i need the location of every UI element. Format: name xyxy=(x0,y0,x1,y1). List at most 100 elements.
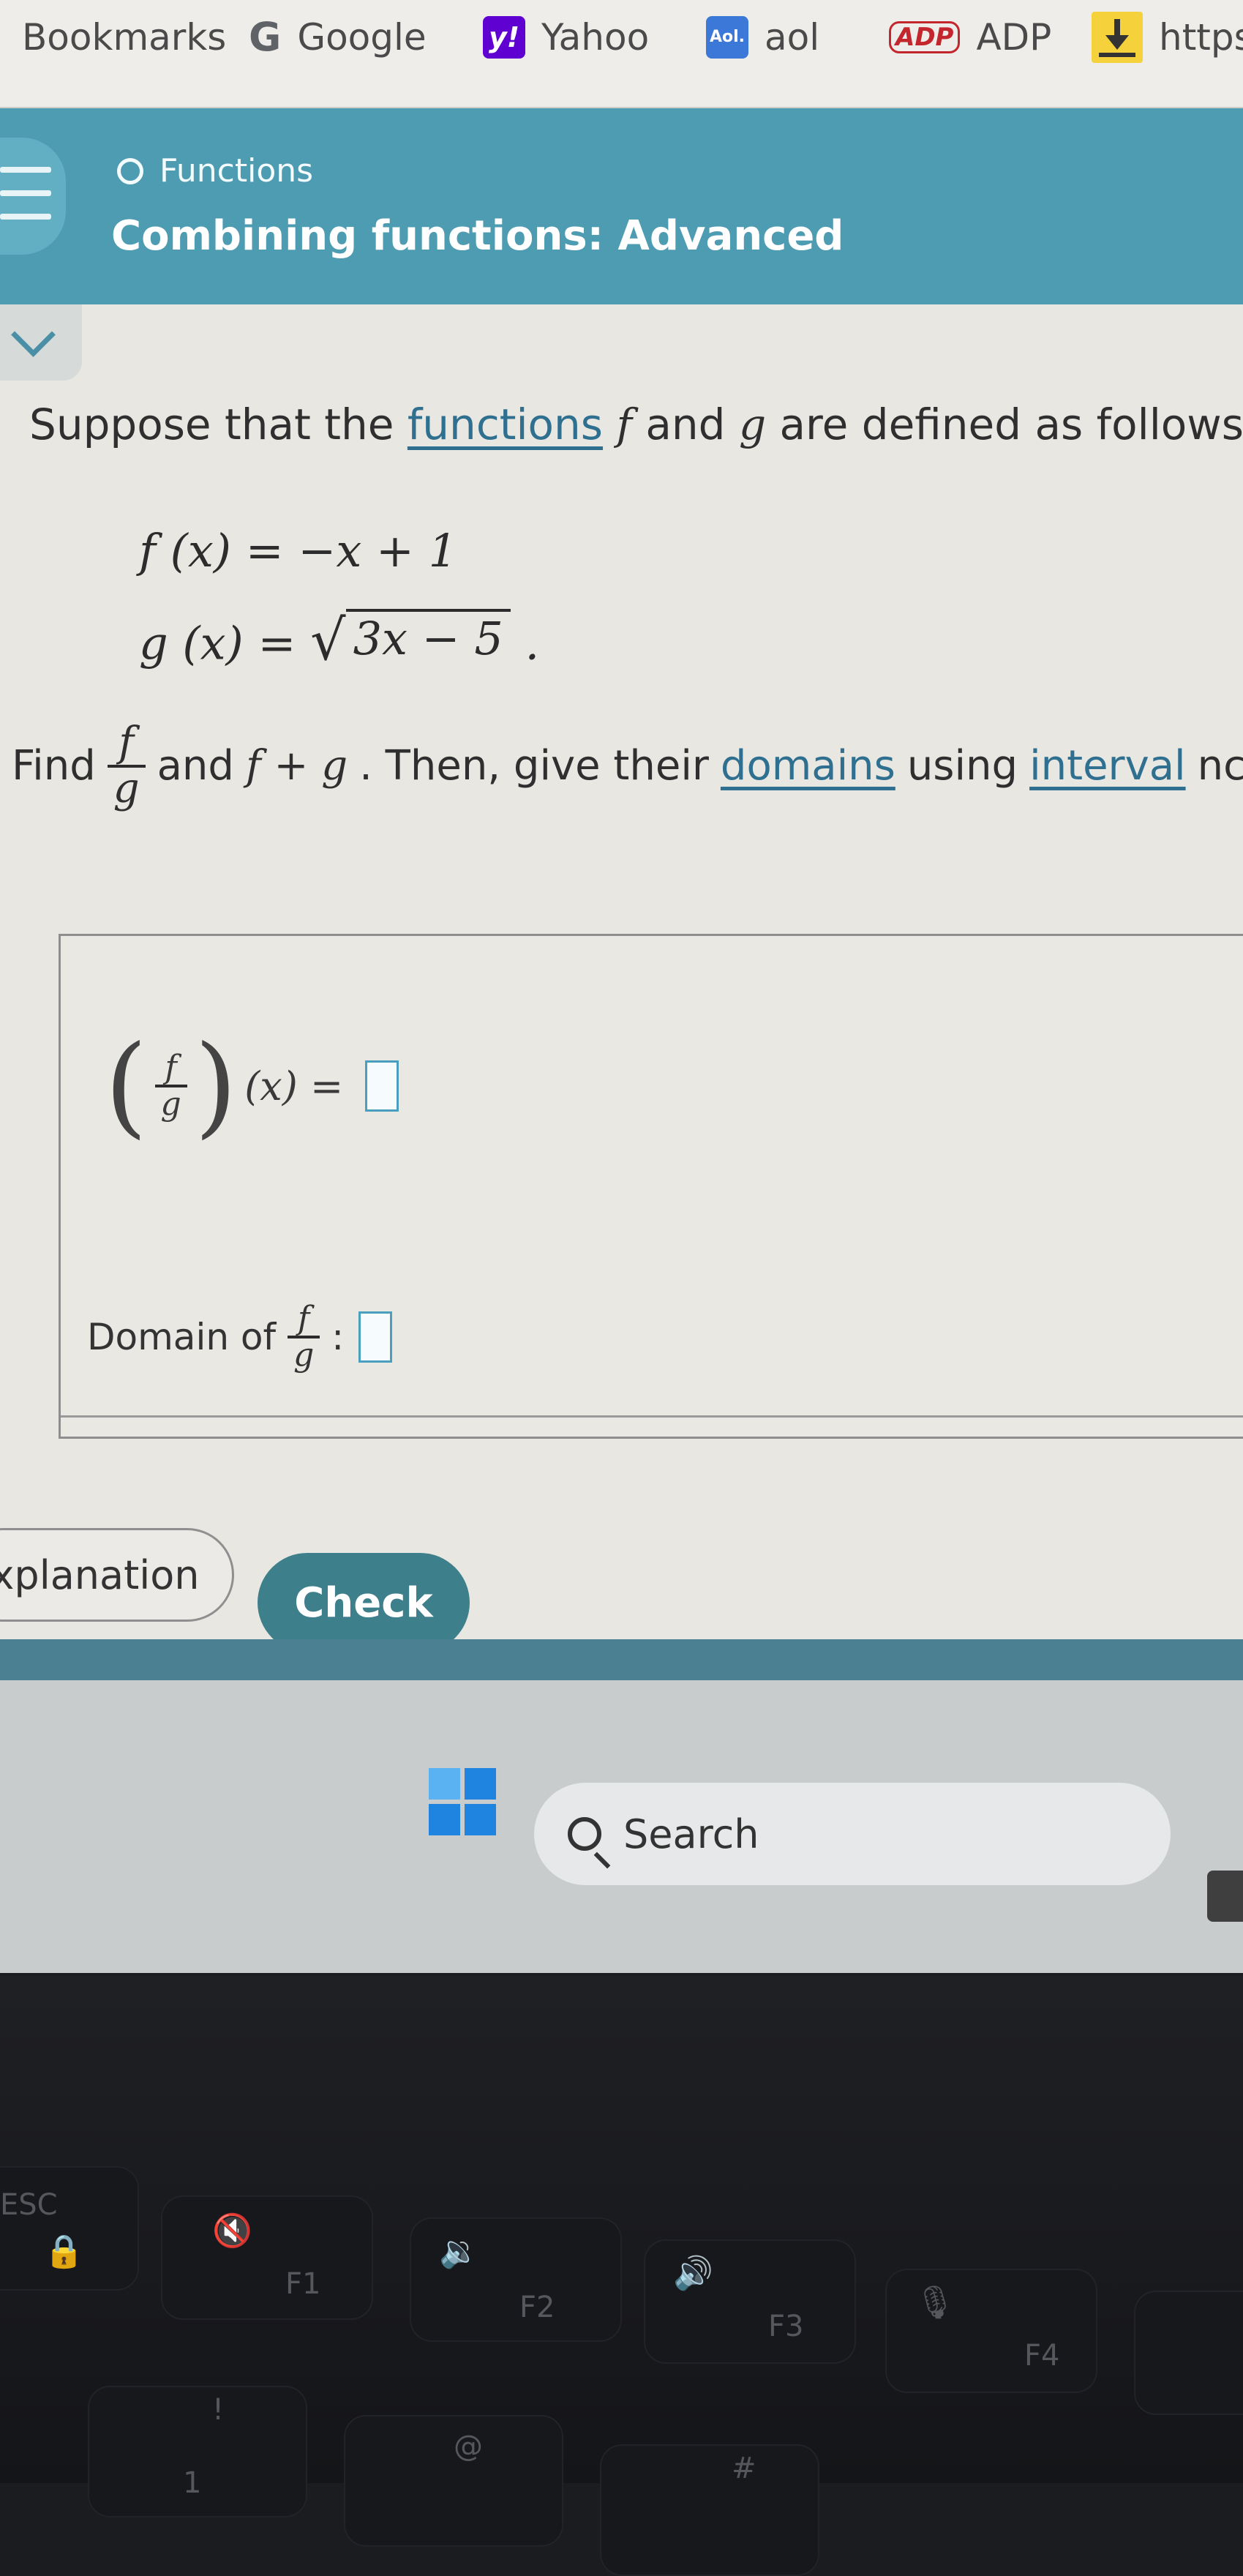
bookmark-label: https xyxy=(1159,16,1243,59)
intro-after: are defined as follows. xyxy=(779,400,1243,449)
radicand: 3x − 5 xyxy=(345,609,511,665)
key-f4: 🎙 F4 xyxy=(885,2269,1097,2393)
radical-sign-icon: √ xyxy=(310,607,346,673)
bookmark-label: Yahoo xyxy=(541,16,650,59)
var-g: g xyxy=(738,400,767,449)
left-paren: ( xyxy=(105,1022,148,1150)
hamburger-line-icon xyxy=(0,190,51,196)
g-period: . xyxy=(525,616,540,670)
footer-strip xyxy=(0,1639,1243,1680)
cut-text: nc xyxy=(1197,742,1243,790)
key-label: @ xyxy=(454,2430,483,2463)
problem-intro: Suppose that the functions f and g are d… xyxy=(29,400,1243,449)
sqrt-expression: √ 3x − 5 xyxy=(310,607,511,673)
key-1: ! 1 xyxy=(88,2386,307,2517)
check-button[interactable]: Check xyxy=(258,1553,470,1652)
f-over-g-fraction: f g xyxy=(107,719,146,812)
mic-mute-icon: 🎙 xyxy=(915,2284,955,2321)
volume-up-icon: 🔊 xyxy=(673,2255,713,2292)
bookmark-adp[interactable]: ADP ADP xyxy=(889,16,1051,59)
progress-circle-icon xyxy=(117,157,143,184)
instructions: Find f g and f + g . Then, give their do… xyxy=(12,719,1243,812)
f-plus-g: f + g xyxy=(245,742,348,790)
fraction-numerator: f xyxy=(165,1048,177,1086)
fraction-numerator: f xyxy=(298,1300,310,1337)
download-icon xyxy=(1092,12,1143,63)
answer-box: ( f g ) (x) = Domain of f g : xyxy=(59,934,1243,1439)
hamburger-menu-button[interactable] xyxy=(0,138,66,255)
key-label: ! xyxy=(212,2393,225,2427)
taskbar: Search xyxy=(0,1680,1243,1973)
page-title: Combining functions: Advanced xyxy=(111,212,844,260)
right-paren: ) xyxy=(194,1022,238,1150)
windows-start-icon[interactable] xyxy=(429,1768,496,1835)
find-rest: . Then, give their xyxy=(359,742,709,790)
key-2: @ xyxy=(344,2415,563,2547)
fraction-numerator: f xyxy=(119,719,135,766)
domain-input[interactable] xyxy=(358,1311,393,1363)
g-definition: g (x) = √ 3x − 5 . xyxy=(139,609,539,670)
breadcrumb[interactable]: Functions xyxy=(117,152,313,190)
adp-icon: ADP xyxy=(889,21,961,53)
explanation-button[interactable]: xplanation xyxy=(0,1528,234,1622)
fraction-denominator: g xyxy=(160,1085,181,1123)
search-icon xyxy=(568,1817,601,1851)
key-f2: 🔉 F2 xyxy=(410,2217,622,2342)
lock-icon: 🔒 xyxy=(44,2233,84,2270)
var-f: f xyxy=(616,400,632,449)
collapse-toggle[interactable] xyxy=(0,304,82,381)
bookmarks-menu[interactable]: Bookmarks xyxy=(22,16,226,59)
domain-colon: : xyxy=(331,1316,345,1359)
intro-and: and xyxy=(645,400,726,449)
bookmark-label: aol xyxy=(765,16,820,59)
bookmark-label: ADP xyxy=(976,16,1052,59)
keyboard-photo: ESC 🔒 🔇 F1 🔉 F2 🔊 F3 🎙 F4 ! 1 @ # xyxy=(0,1976,1243,2576)
interval-link[interactable]: interval xyxy=(1029,742,1186,790)
key-f3: 🔊 F3 xyxy=(644,2239,856,2364)
hamburger-line-icon xyxy=(0,214,51,220)
using-text: using xyxy=(906,742,1018,790)
google-icon: G xyxy=(249,14,282,60)
domain-answer-row: Domain of f g : xyxy=(87,1300,393,1374)
app-header: Functions Combining functions: Advanced xyxy=(0,108,1243,304)
quotient-suffix: (x) = xyxy=(244,1063,344,1109)
quotient-input[interactable] xyxy=(365,1060,399,1112)
bookmark-google[interactable]: G Google xyxy=(249,16,427,59)
divider xyxy=(61,1415,1243,1418)
tray-icon[interactable] xyxy=(1207,1871,1243,1922)
bookmark-yahoo[interactable]: y! Yahoo xyxy=(483,16,649,59)
f-definition: f (x) = −x + 1 xyxy=(139,524,458,577)
domain-label: Domain of xyxy=(87,1316,277,1359)
domains-link[interactable]: domains xyxy=(721,742,895,790)
hamburger-line-icon xyxy=(0,167,51,173)
problem-area: Suppose that the functions f and g are d… xyxy=(0,304,1243,1680)
taskbar-search[interactable]: Search xyxy=(534,1783,1171,1885)
f-over-g-fraction: f g xyxy=(154,1048,187,1123)
yahoo-icon: y! xyxy=(483,16,525,59)
aol-icon: Aol. xyxy=(706,16,748,59)
key-label: # xyxy=(732,2452,756,2485)
mute-icon: 🔇 xyxy=(212,2212,252,2250)
find-and: and xyxy=(157,742,234,790)
key-f5 xyxy=(1134,2291,1243,2415)
key-label: ESC xyxy=(0,2188,58,2222)
key-label: F2 xyxy=(519,2291,555,2324)
f-over-g-fraction: f g xyxy=(288,1300,320,1374)
bookmarks-bar: Bookmarks G Google y! Yahoo Aol. aol ADP… xyxy=(0,0,1243,108)
bookmark-https[interactable]: https xyxy=(1092,12,1243,63)
key-label: 1 xyxy=(183,2466,202,2500)
search-label: Search xyxy=(623,1811,759,1857)
key-label: F4 xyxy=(1024,2339,1060,2373)
bookmark-aol[interactable]: Aol. aol xyxy=(706,16,819,59)
bookmark-label: Google xyxy=(297,16,427,59)
quotient-answer-row: ( f g ) (x) = xyxy=(105,1031,399,1141)
find-label: Find xyxy=(12,742,96,790)
fraction-denominator: g xyxy=(113,764,140,812)
volume-down-icon: 🔉 xyxy=(439,2233,479,2270)
intro-text: Suppose that the xyxy=(29,400,394,449)
key-label: F3 xyxy=(768,2310,804,2343)
functions-link[interactable]: functions xyxy=(408,400,603,449)
fraction-denominator: g xyxy=(293,1336,315,1374)
key-label: F1 xyxy=(285,2267,321,2301)
g-lhs: g (x) = xyxy=(139,616,296,670)
